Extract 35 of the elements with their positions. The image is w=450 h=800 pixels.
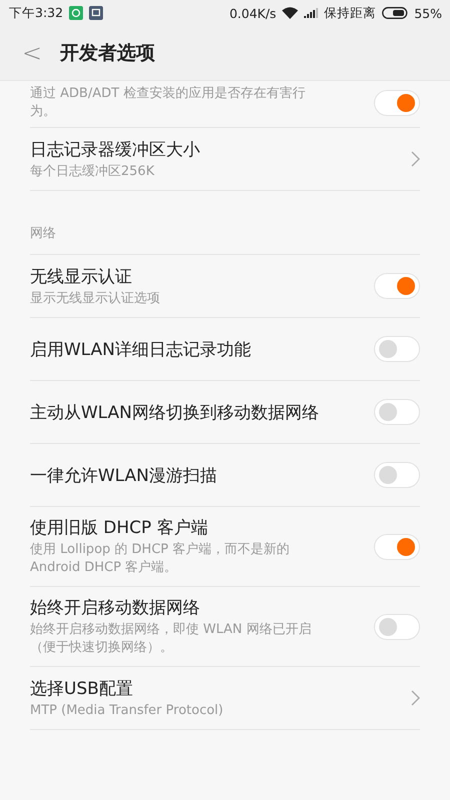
clock: 下午3:32	[9, 4, 64, 22]
battery-percent: 55%	[414, 6, 442, 20]
network-speed: 0.04K/s	[229, 6, 276, 20]
setting-title: 日志记录器缓冲区大小	[30, 138, 201, 160]
toggle-switch[interactable]	[374, 614, 420, 640]
carrier-name: 保持距离	[324, 4, 376, 22]
toggle-switch[interactable]	[374, 534, 420, 560]
setting-summary: 每个日志缓冲区256K	[30, 162, 156, 180]
setting-title: 一律允许WLAN漫游扫描	[30, 464, 218, 486]
toggle-switch[interactable]	[374, 336, 420, 362]
chevron-right-icon	[411, 151, 420, 167]
setting-summary: 通过 ADB/ADT 检查安装的应用是否存在有害行为。	[30, 85, 306, 121]
toggle-switch[interactable]	[374, 273, 420, 299]
back-button[interactable]: <	[18, 39, 46, 67]
setting-title: 选择USB配置	[30, 678, 134, 700]
setting-summary: 使用 Lollipop 的 DHCP 客户端，而不是新的 Android DHCP 客户端。	[30, 541, 290, 577]
setting-title: 使用旧版 DHCP 客户端	[30, 517, 209, 539]
setting-title: 主动从WLAN网络切换到移动数据网络	[30, 402, 320, 424]
app-icon	[89, 6, 104, 20]
section-header: 网络	[30, 225, 57, 242]
toggle-switch[interactable]	[374, 90, 420, 116]
toggle-switch[interactable]	[374, 462, 420, 488]
chevron-right-icon	[411, 690, 420, 706]
setting-summary: 始终开启移动数据网络，即使 WLAN 网络已开启（便于快速切换网络）。	[30, 621, 312, 657]
shield-icon	[69, 6, 84, 20]
setting-title: 启用WLAN详细日志记录功能	[30, 338, 252, 360]
setting-summary: 显示无线显示认证选项	[30, 290, 161, 308]
wifi-icon	[282, 7, 298, 19]
setting-title: 无线显示认证	[30, 266, 133, 288]
battery-icon	[382, 7, 408, 19]
signal-icon	[304, 8, 318, 18]
setting-summary: MTP (Media Transfer Protocol)	[30, 702, 224, 720]
page-title: 开发者选项	[60, 41, 156, 66]
toggle-switch[interactable]	[374, 399, 420, 425]
setting-title: 始终开启移动数据网络	[30, 597, 201, 619]
